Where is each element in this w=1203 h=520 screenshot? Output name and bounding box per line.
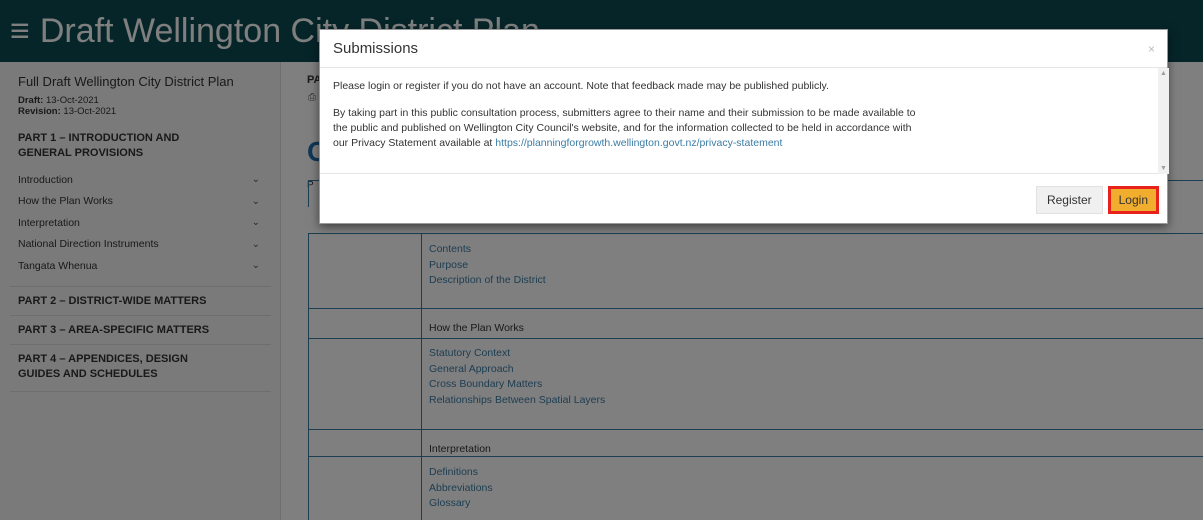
modal-consent-line-3: our Privacy Statement available at https… bbox=[333, 137, 783, 149]
modal-notice: Please login or register if you do not h… bbox=[333, 80, 829, 92]
scroll-down-icon[interactable]: ▼ bbox=[1160, 165, 1167, 172]
modal-title: Submissions bbox=[333, 40, 419, 57]
modal-consent-line-1: By taking part in this public consultati… bbox=[333, 107, 916, 119]
scroll-up-icon[interactable]: ▲ bbox=[1160, 70, 1167, 77]
modal-consent-line-2: the public and published on Wellington C… bbox=[333, 122, 912, 134]
login-button[interactable]: Login bbox=[1107, 185, 1159, 214]
modal-scrollbar[interactable]: ▲ ▼ bbox=[1158, 68, 1169, 174]
modal-body: Please login or register if you do not h… bbox=[320, 68, 1169, 174]
modal-header: Submissions × bbox=[320, 30, 1167, 68]
register-button[interactable]: Register bbox=[1035, 185, 1103, 214]
privacy-statement-link[interactable]: https://planningforgrowth.wellington.gov… bbox=[495, 137, 782, 149]
modal-footer: Register Login bbox=[320, 174, 1169, 225]
submissions-modal: Submissions × Please login or register i… bbox=[319, 29, 1169, 225]
close-icon[interactable]: × bbox=[1148, 42, 1155, 56]
